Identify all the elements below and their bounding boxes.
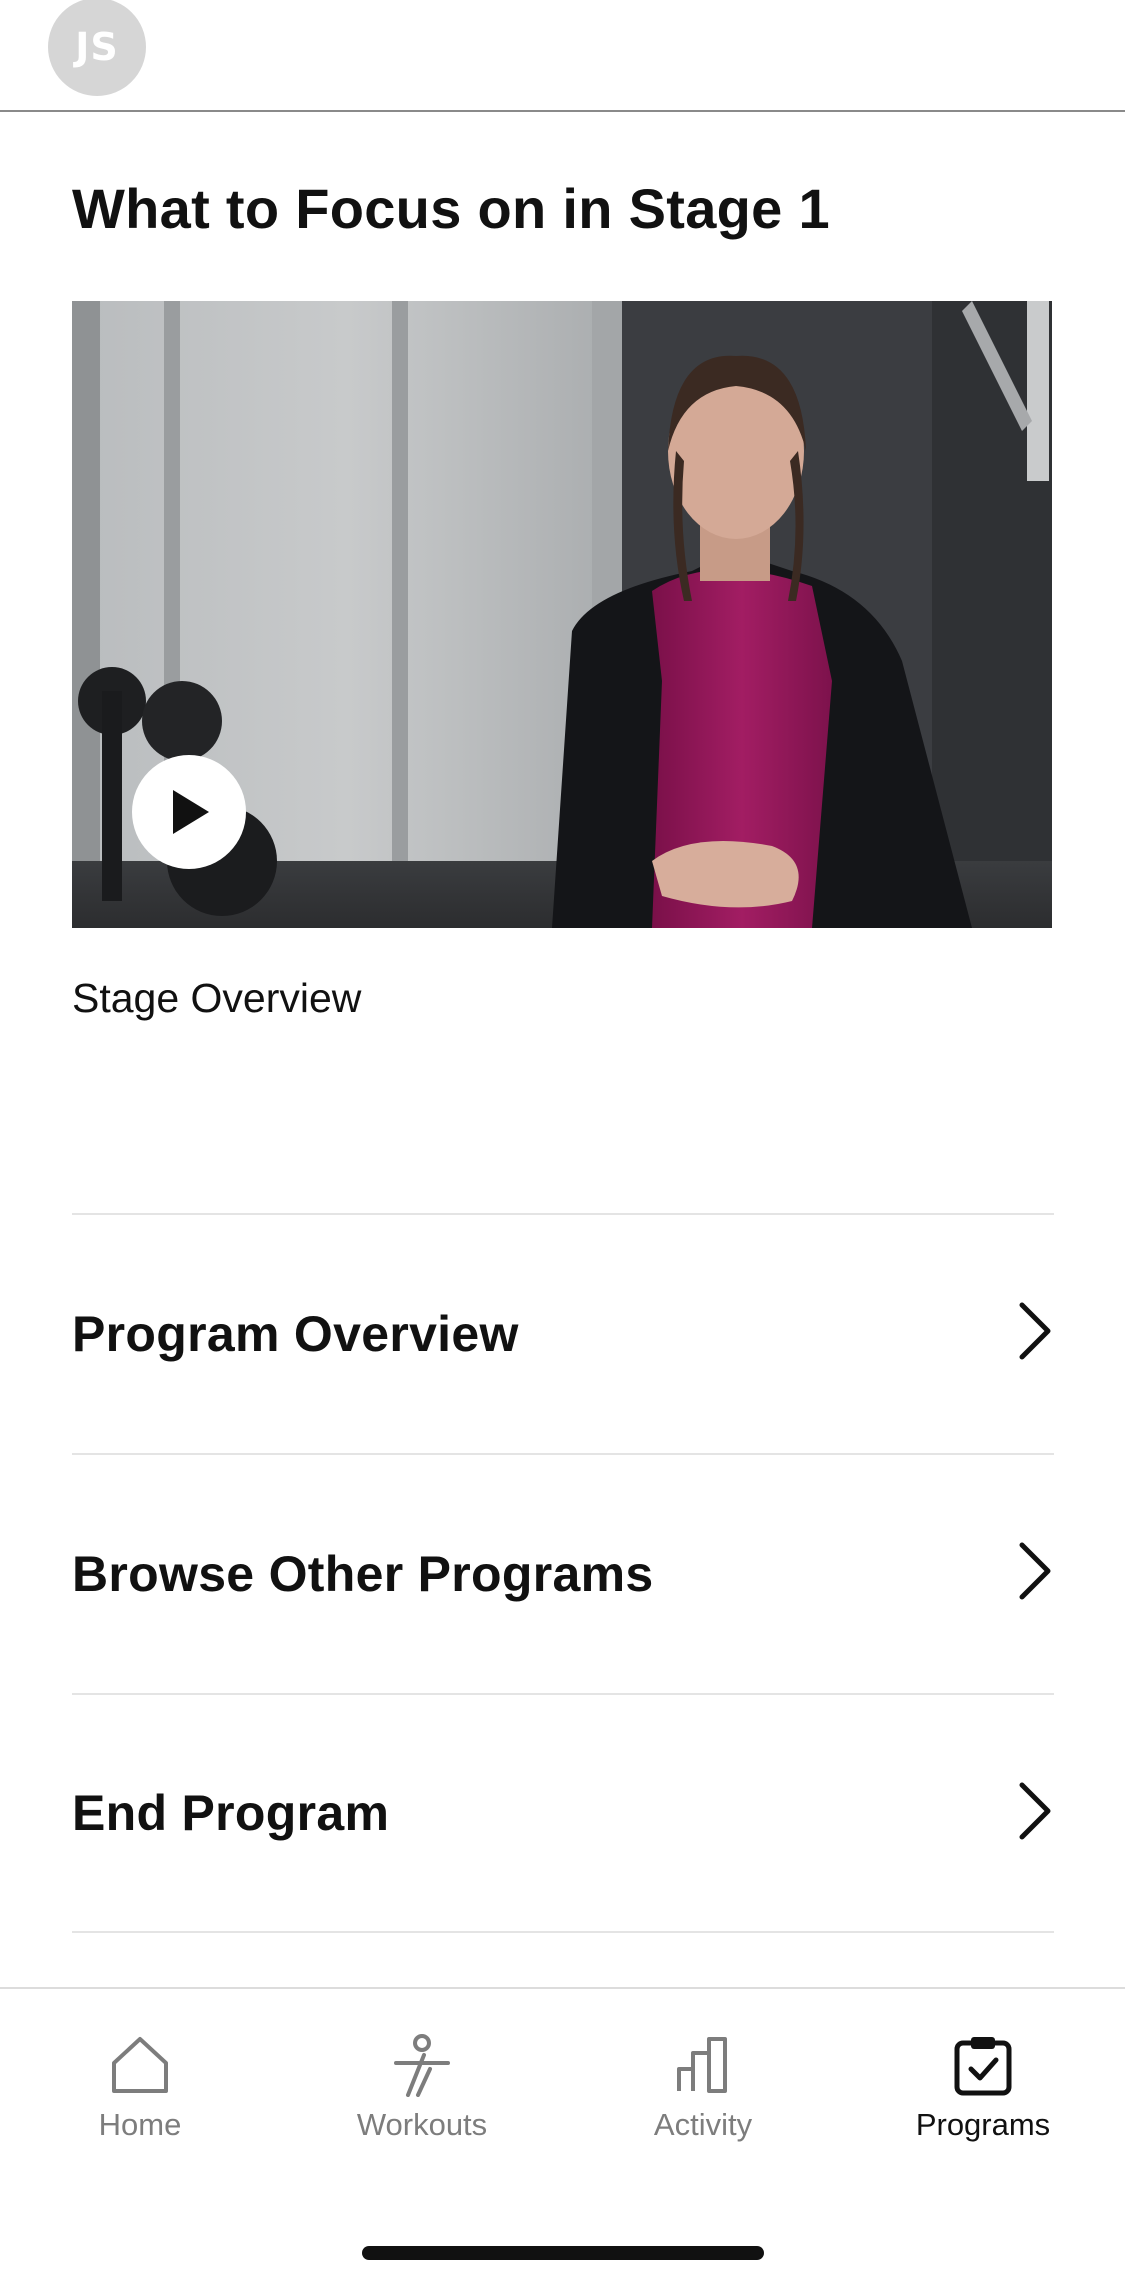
tab-activity[interactable]: Activity [603, 2033, 803, 2153]
video-caption: Stage Overview [72, 975, 362, 1021]
tab-label: Home [98, 2107, 182, 2142]
end-program-row[interactable]: End Program [72, 1693, 1054, 1933]
tab-programs[interactable]: Programs [883, 2033, 1083, 2153]
runner-icon [394, 2034, 450, 2097]
menu-item-label: Browse Other Programs [72, 1546, 654, 1602]
avatar[interactable]: JS [48, 0, 146, 96]
tab-home[interactable]: Home [40, 2033, 240, 2153]
program-overview-row[interactable]: Program Overview [72, 1213, 1054, 1453]
video-thumbnail[interactable] [72, 301, 1052, 928]
tab-label: Activity [653, 2107, 753, 2142]
tab-bar: Home Workouts Activity Programs [0, 1987, 1125, 2284]
tab-label: Programs [915, 2107, 1051, 2142]
play-icon [173, 790, 209, 834]
tab-label: Workouts [356, 2107, 488, 2142]
page-title: What to Focus on in Stage 1 [72, 177, 830, 240]
home-indicator [362, 2246, 764, 2260]
top-bar: JS [0, 0, 1125, 112]
chevron-right-icon [1019, 1302, 1051, 1360]
chevron-right-icon [1019, 1782, 1051, 1840]
menu-item-label: End Program [72, 1785, 390, 1841]
program-menu: Program Overview Browse Other Programs E… [72, 1213, 1054, 1933]
clipboard-check-icon [954, 2037, 1012, 2096]
tab-workouts[interactable]: Workouts [322, 2033, 522, 2153]
menu-item-label: Program Overview [72, 1306, 519, 1362]
browse-other-programs-row[interactable]: Browse Other Programs [72, 1453, 1054, 1693]
play-button[interactable] [132, 755, 246, 869]
chevron-right-icon [1019, 1542, 1051, 1600]
bar-chart-icon [677, 2037, 727, 2093]
home-icon [112, 2037, 168, 2093]
